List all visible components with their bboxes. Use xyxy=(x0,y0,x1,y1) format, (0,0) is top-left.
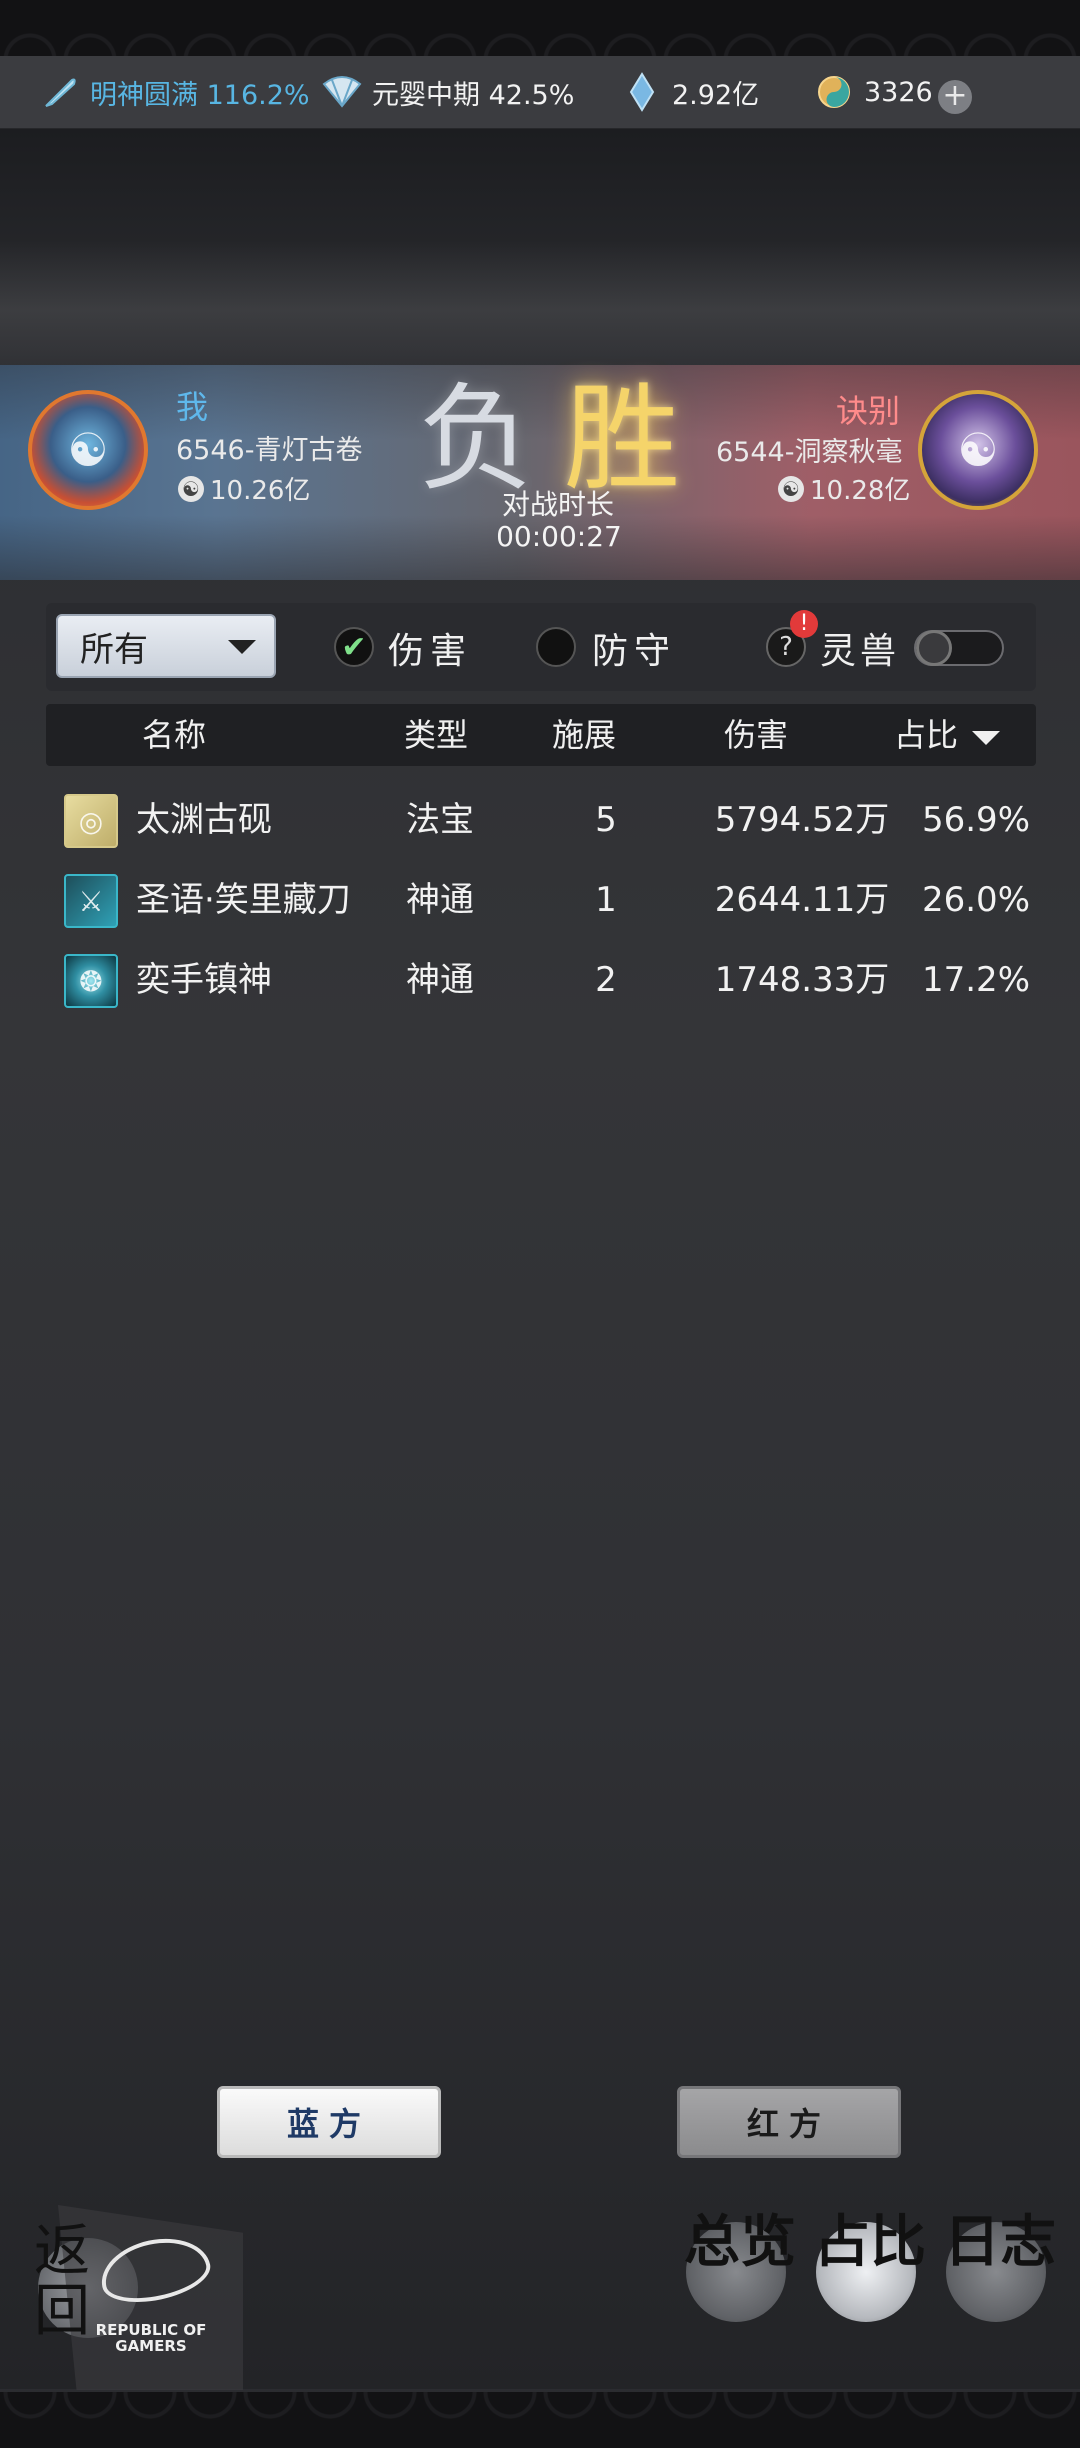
skill-casts: 1 xyxy=(595,880,617,920)
inkstone-icon: ◎ xyxy=(64,794,118,848)
opponent-avatar[interactable]: ☯ xyxy=(918,390,1038,510)
table-row[interactable]: ◎ 太渊古砚 法宝 5 5794.52万 56.9% xyxy=(46,780,1036,860)
column-type: 类型 xyxy=(404,716,469,754)
filter-dropdown-value: 所有 xyxy=(80,629,148,670)
toggle-knob-icon[interactable] xyxy=(916,630,952,666)
player-avatar[interactable]: ☯ xyxy=(28,390,148,510)
blade-icon: ⚔ xyxy=(64,874,118,928)
column-casts: 施展 xyxy=(552,716,617,754)
realm-text: 元婴中期 42.5% xyxy=(372,79,575,111)
jade-status: 3326 xyxy=(814,56,933,128)
player-power: ☯ 10.26亿 xyxy=(178,470,310,507)
feather-icon xyxy=(40,72,80,112)
jade-coin-icon xyxy=(814,72,854,112)
opponent-power: ☯ 10.28亿 xyxy=(778,470,910,507)
skill-share: 56.9% xyxy=(921,800,1030,840)
top-decorative-band xyxy=(0,0,1080,56)
alert-icon: ! xyxy=(790,610,818,638)
overview-button[interactable]: 总览 xyxy=(684,2214,804,2270)
bottom-decorative-band xyxy=(0,2392,1080,2448)
sort-down-icon[interactable] xyxy=(972,731,1000,745)
crystal-icon xyxy=(622,72,662,112)
yin-yang-icon: ☯ xyxy=(178,475,204,502)
damage-checkbox[interactable]: ✔ xyxy=(334,627,374,667)
back-button[interactable]: 返回 xyxy=(34,2222,144,2342)
column-name: 名称 xyxy=(142,716,207,754)
skill-casts: 2 xyxy=(595,960,617,1000)
player-power-value: 10.26亿 xyxy=(210,476,311,506)
fan-icon xyxy=(322,72,362,112)
skill-share: 17.2% xyxy=(921,960,1030,1000)
cultivation-text: 明神圆满 116.2% xyxy=(90,79,310,111)
skill-name: 太渊古砚 xyxy=(136,800,272,840)
realm-status: 元婴中期 42.5% xyxy=(322,56,574,128)
spirit-orb-icon: ❂ xyxy=(64,954,118,1008)
player-name: 我 xyxy=(176,388,209,426)
skill-type: 法宝 xyxy=(406,800,474,840)
spirit-stone-text: 2.92亿 xyxy=(672,79,760,111)
cultivation-status: 明神圆满 116.2% xyxy=(40,56,310,128)
table-row[interactable]: ❂ 奕手镇神 神通 2 1748.33万 17.2% xyxy=(46,940,1036,1020)
opponent-power-value: 10.28亿 xyxy=(810,476,911,506)
opponent-name: 诀别 xyxy=(836,392,901,430)
duration-value: 00:00:27 xyxy=(496,520,622,553)
blue-side-button[interactable]: 蓝方 xyxy=(217,2086,441,2158)
spirit-beast-label: 灵兽 xyxy=(820,631,901,672)
column-share[interactable]: 占比 xyxy=(894,704,958,766)
table-row[interactable]: ⚔ 圣语·笑里藏刀 神通 1 2644.11万 26.0% xyxy=(46,860,1036,940)
status-bar: 明神圆满 116.2% 元婴中期 42.5% 2.92亿 3326 xyxy=(0,56,1080,129)
plus-icon[interactable]: + xyxy=(938,80,972,114)
skill-type: 神通 xyxy=(406,880,474,920)
share-button[interactable]: 占比 xyxy=(814,2214,934,2270)
damage-filter-label[interactable]: 伤害 xyxy=(388,622,472,674)
spirit-stone-status: 2.92亿 xyxy=(622,56,759,128)
player-server: 6546-青灯古卷 xyxy=(176,435,363,466)
player-portrait-icon: ☯ xyxy=(67,423,109,477)
chevron-down-icon[interactable] xyxy=(228,640,256,654)
skill-type: 神通 xyxy=(406,960,474,1000)
skill-share: 26.0% xyxy=(921,880,1030,920)
log-button[interactable]: 日志 xyxy=(944,2214,1064,2270)
skill-name: 圣语·笑里藏刀 xyxy=(136,880,351,920)
defense-checkbox[interactable] xyxy=(536,627,576,667)
defense-filter-label[interactable]: 防守 xyxy=(592,622,676,674)
opponent-server: 6544-洞察秋毫 xyxy=(716,437,903,468)
opponent-portrait-icon: ☯ xyxy=(957,423,999,477)
skill-casts: 5 xyxy=(595,800,617,840)
jade-text: 3326 xyxy=(864,76,933,108)
mist-decoration xyxy=(0,240,1080,380)
skill-name: 奕手镇神 xyxy=(136,960,272,1000)
duration-label: 对战时长 xyxy=(501,488,614,521)
red-side-button[interactable]: 红方 xyxy=(677,2086,901,2158)
checkmark-icon: ✔ xyxy=(341,629,367,665)
yin-yang-icon: ☯ xyxy=(778,475,804,502)
column-damage: 伤害 xyxy=(724,716,789,754)
